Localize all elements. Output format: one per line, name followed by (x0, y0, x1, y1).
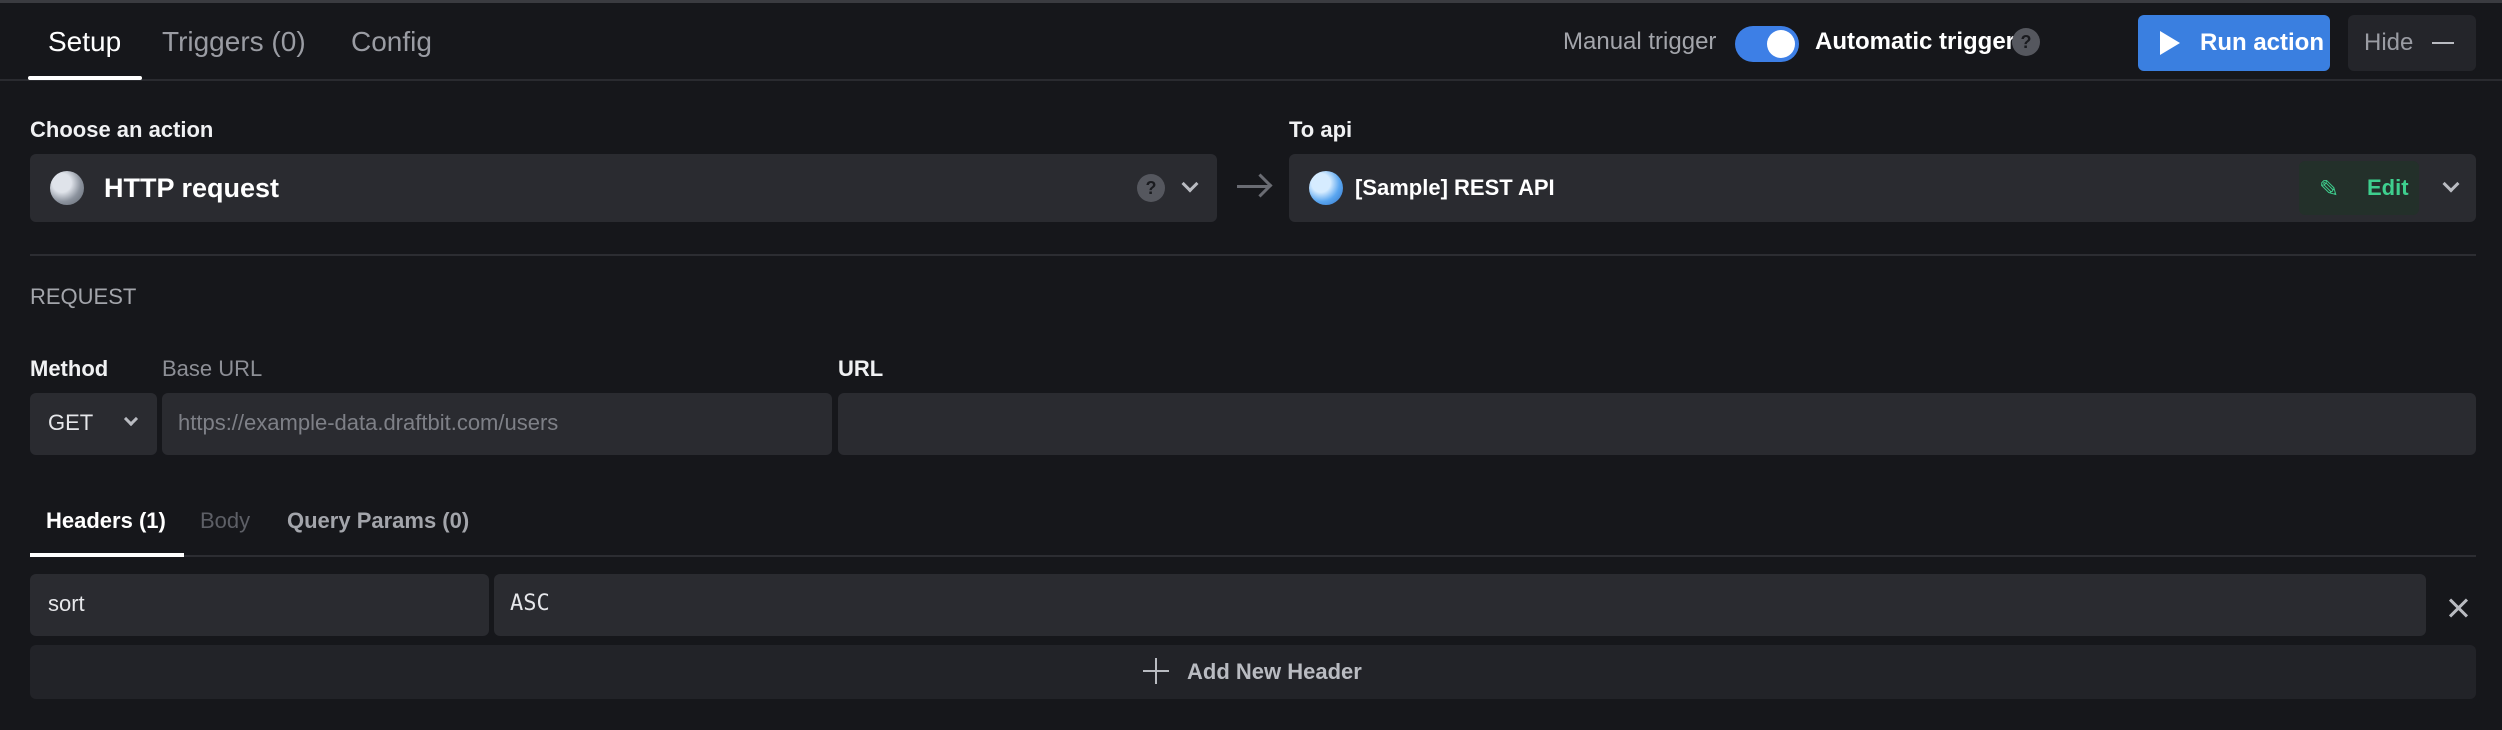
header-value-value: ASC (510, 591, 550, 616)
api-select[interactable]: [Sample] REST API (1289, 154, 2476, 222)
tab-query-params[interactable]: Query Params (0) (287, 508, 469, 534)
url-field[interactable] (838, 393, 2476, 455)
request-section-label: REQUEST (30, 284, 137, 309)
globe-icon (50, 171, 84, 205)
arrow-right-icon (1237, 185, 1269, 188)
tab-config[interactable]: Config (351, 3, 432, 81)
tab-body[interactable]: Body (200, 508, 250, 534)
method-value: GET (48, 410, 94, 435)
method-select[interactable]: GET (30, 393, 157, 455)
method-label: Method (30, 356, 109, 381)
header-key-value: sort (48, 591, 85, 616)
hide-button[interactable]: Hide (2348, 15, 2476, 71)
manual-trigger-label: Manual trigger (1563, 28, 1717, 55)
active-subtab-indicator (30, 553, 184, 557)
pencil-icon: ✎ (2319, 176, 2340, 203)
trigger-toggle[interactable] (1735, 26, 1799, 62)
tab-triggers[interactable]: Triggers (0) (162, 3, 306, 81)
choose-action-label: Choose an action (30, 117, 214, 142)
chevron-down-icon[interactable] (2442, 175, 2460, 193)
trigger-help-icon[interactable]: ? (2012, 28, 2040, 56)
base-url-field[interactable]: https://example-data.draftbit.com/users (162, 393, 832, 455)
add-new-header-button[interactable]: Add New Header (30, 645, 2476, 699)
active-tab-indicator (28, 76, 142, 80)
tab-setup[interactable]: Setup (48, 3, 121, 81)
url-label: URL (838, 356, 884, 381)
globe-icon (1309, 171, 1343, 205)
action-select[interactable]: HTTP request ? (30, 154, 1217, 222)
plus-icon (1143, 658, 1169, 684)
edit-label: Edit (2367, 175, 2409, 200)
section-divider (30, 254, 2476, 256)
automatic-trigger-label: Automatic trigger (1815, 28, 2016, 55)
action-select-value: HTTP request (104, 173, 280, 203)
action-help-icon[interactable]: ? (1137, 174, 1165, 202)
api-select-value: [Sample] REST API (1355, 175, 1555, 200)
edit-api-button[interactable]: ✎ Edit (2299, 161, 2419, 215)
to-api-label: To api (1289, 117, 1353, 142)
subtabs-divider (30, 555, 2476, 557)
remove-header-icon[interactable] (2446, 596, 2470, 620)
hide-label: Hide (2364, 29, 2414, 56)
run-action-label: Run action (2200, 29, 2324, 56)
chevron-down-icon (123, 411, 139, 427)
play-icon (2160, 31, 2180, 55)
header-value-field[interactable]: ASC (494, 574, 2426, 636)
toggle-knob (1767, 30, 1795, 58)
chevron-down-icon (1181, 175, 1199, 193)
minus-icon (2432, 42, 2454, 44)
base-url-label: Base URL (162, 356, 263, 381)
top-bar: Setup Triggers (0) Config Manual trigger… (0, 3, 2502, 81)
add-new-header-label: Add New Header (1187, 659, 1362, 684)
base-url-value: https://example-data.draftbit.com/users (178, 410, 559, 435)
tab-headers[interactable]: Headers (1) (46, 508, 166, 534)
run-action-button[interactable]: Run action (2138, 15, 2330, 71)
header-key-field[interactable]: sort (30, 574, 489, 636)
